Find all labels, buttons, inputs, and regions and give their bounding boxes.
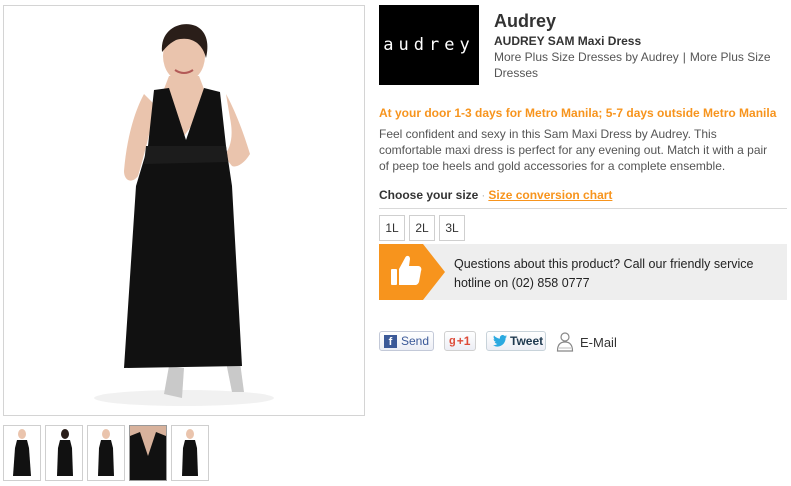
thumbnail-1[interactable] <box>3 425 41 481</box>
email-person-icon <box>556 332 574 352</box>
brand-title: Audrey <box>494 11 557 31</box>
product-description: Feel confident and sexy in this Sam Maxi… <box>379 127 768 173</box>
size-option-3l[interactable]: 3L <box>439 215 465 241</box>
size-option-1l[interactable]: 1L <box>379 215 405 241</box>
main-product-image[interactable] <box>3 5 365 416</box>
more-by-brand-link[interactable]: More Plus Size Dresses by Audrey <box>494 50 679 64</box>
delivery-info: At your door 1-3 days for Metro Manila; … <box>379 106 777 120</box>
brand-logo[interactable]: audrey <box>379 5 479 85</box>
google-plus-button[interactable]: g +1 <box>444 331 476 351</box>
thumbnail-3[interactable] <box>87 425 125 481</box>
link-separator: | <box>682 50 686 64</box>
facebook-send-label: Send <box>401 334 430 348</box>
help-arrow-badge <box>379 244 445 300</box>
size-heading: Choose your size <box>379 188 479 202</box>
thumbnail-5[interactable] <box>171 425 209 481</box>
size-divider <box>379 208 787 209</box>
help-banner: Questions about this product? Call our f… <box>379 244 787 300</box>
size-chart-link[interactable]: Size conversion chart <box>488 188 612 202</box>
twitter-bird-icon <box>493 335 507 347</box>
more-links: More Plus Size Dresses by Audrey | More Pl… <box>494 49 786 81</box>
thumbnail-2[interactable] <box>45 425 83 481</box>
size-heading-row: Choose your size · Size conversion chart <box>379 188 612 202</box>
google-plus-label: +1 <box>456 334 471 348</box>
email-share-link[interactable]: E-Mail <box>556 331 617 353</box>
size-heading-separator: · <box>481 188 486 202</box>
thumbnail-4[interactable] <box>129 425 167 481</box>
email-label: E-Mail <box>580 334 617 350</box>
brand-logo-text: audrey <box>383 35 475 55</box>
facebook-send-button[interactable]: f Send <box>379 331 434 351</box>
facebook-icon: f <box>384 334 397 348</box>
size-option-2l[interactable]: 2L <box>409 215 435 241</box>
help-text: Questions about this product? Call our f… <box>454 257 754 290</box>
product-name: AUDREY SAM Maxi Dress <box>494 34 642 48</box>
tweet-label: Tweet <box>510 334 544 348</box>
google-plus-icon: g <box>449 335 456 347</box>
tweet-button[interactable]: Tweet <box>486 331 546 351</box>
